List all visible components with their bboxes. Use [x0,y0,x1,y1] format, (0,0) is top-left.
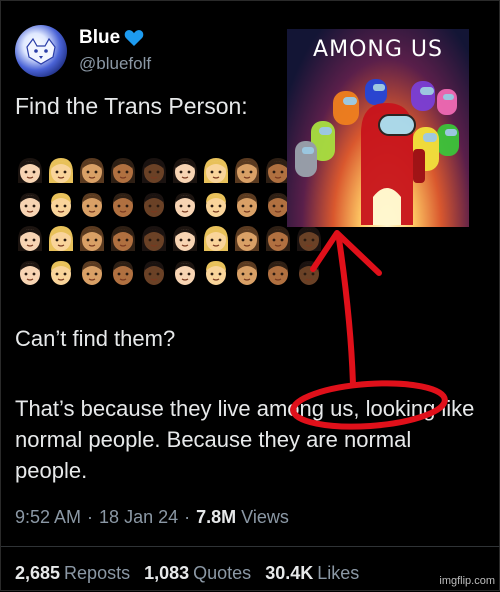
woman-dark-emoji-icon [294,224,324,254]
man-blonde-emoji-icon [46,258,76,288]
woman-dark-emoji-icon [139,224,169,254]
woman-medium-dark-emoji-icon [108,224,138,254]
woman-blonde-emoji-icon [201,224,231,254]
among-us-image[interactable]: AMONG US [287,29,469,227]
watermark: imgflip.com [439,575,495,587]
reposts-stat[interactable]: 2,685 Reposts [15,563,130,584]
man-dark-hair-emoji-icon [170,258,200,288]
man-blonde-emoji-icon [46,190,76,220]
engagement-stats: 2,685 Reposts 1,083 Quotes 30.4K Likes [15,563,359,584]
man-dark-emoji-icon [139,258,169,288]
woman-dark-hair-emoji-icon [170,156,200,186]
woman-dark-hair-emoji-icon [15,156,45,186]
tweet-headline: Find the Trans Person: [15,93,248,119]
emoji-row [15,190,315,220]
woman-medium-emoji-icon [232,224,262,254]
quotes-count: 1,083 [144,563,190,583]
woman-medium-dark-emoji-icon [263,224,293,254]
tweet-body: That’s because they live among us, looki… [15,393,485,486]
woman-dark-hair-emoji-icon [15,224,45,254]
avatar[interactable] [15,25,67,77]
reposts-label: Reposts [64,563,131,583]
author-name-row[interactable]: Blue [79,27,144,49]
crewmate-grey [295,141,317,177]
wolf-icon [26,37,56,65]
emoji-grid [15,156,321,292]
man-dark-hair-emoji-icon [170,190,200,220]
woman-blonde-emoji-icon [201,156,231,186]
woman-blonde-emoji-icon [46,224,76,254]
views-count: 7.8M [196,507,237,527]
tweet-meta: 9:52 AM · 18 Jan 24 · 7.8M Views [15,507,289,528]
man-dark-hair-emoji-icon [15,258,45,288]
man-medium-emoji-icon [232,190,262,220]
crewmate-purple [411,81,435,111]
crewmate-orange [333,91,359,125]
man-medium-dark-emoji-icon [108,258,138,288]
crewmates-illustration [295,79,459,225]
crewmate-green [437,124,459,156]
body-part-1: That’s because they live [15,396,257,421]
views-label: Views [241,507,289,527]
likes-count: 30.4K [265,563,314,583]
man-medium-emoji-icon [77,258,107,288]
woman-medium-emoji-icon [232,156,262,186]
divider [1,546,500,547]
man-medium-dark-emoji-icon [108,190,138,220]
display-name[interactable]: Blue [79,27,120,49]
tweet-card: Blue @bluefolf Find the Trans Person: AM… [0,0,500,591]
woman-medium-emoji-icon [77,156,107,186]
blue-heart-icon [124,30,144,46]
quotes-label: Quotes [193,563,252,583]
woman-medium-dark-emoji-icon [108,156,138,186]
likes-label: Likes [317,563,360,583]
man-dark-hair-emoji-icon [15,190,45,220]
meta-separator: · [87,507,94,527]
woman-dark-emoji-icon [139,156,169,186]
tweet-date[interactable]: 18 Jan 24 [99,507,178,528]
tweet-question: Can’t find them? [15,326,176,351]
arrow-shaft [336,236,356,388]
man-dark-emoji-icon [139,190,169,220]
views-stat: 7.8M Views [196,507,289,528]
likes-stat[interactable]: 30.4K Likes [265,563,359,584]
man-medium-dark-emoji-icon [263,258,293,288]
emoji-row [15,224,321,254]
tweet-time[interactable]: 9:52 AM [15,507,81,528]
man-medium-emoji-icon [232,258,262,288]
meta-separator: · [184,507,191,527]
quotes-stat[interactable]: 1,083 Quotes [144,563,251,584]
man-blonde-emoji-icon [201,190,231,220]
highlighted-phrase: among us, [256,396,360,421]
woman-dark-hair-emoji-icon [170,224,200,254]
crewmate-pink [437,89,457,115]
woman-blonde-emoji-icon [46,156,76,186]
reposts-count: 2,685 [15,563,61,583]
crewmate-red [361,103,425,225]
woman-medium-emoji-icon [77,224,107,254]
user-handle[interactable]: @bluefolf [79,54,151,74]
man-medium-emoji-icon [77,190,107,220]
man-blonde-emoji-icon [201,258,231,288]
man-dark-emoji-icon [294,258,324,288]
crewmate-blue [365,79,387,105]
emoji-row [15,258,319,288]
emoji-row [15,156,315,186]
